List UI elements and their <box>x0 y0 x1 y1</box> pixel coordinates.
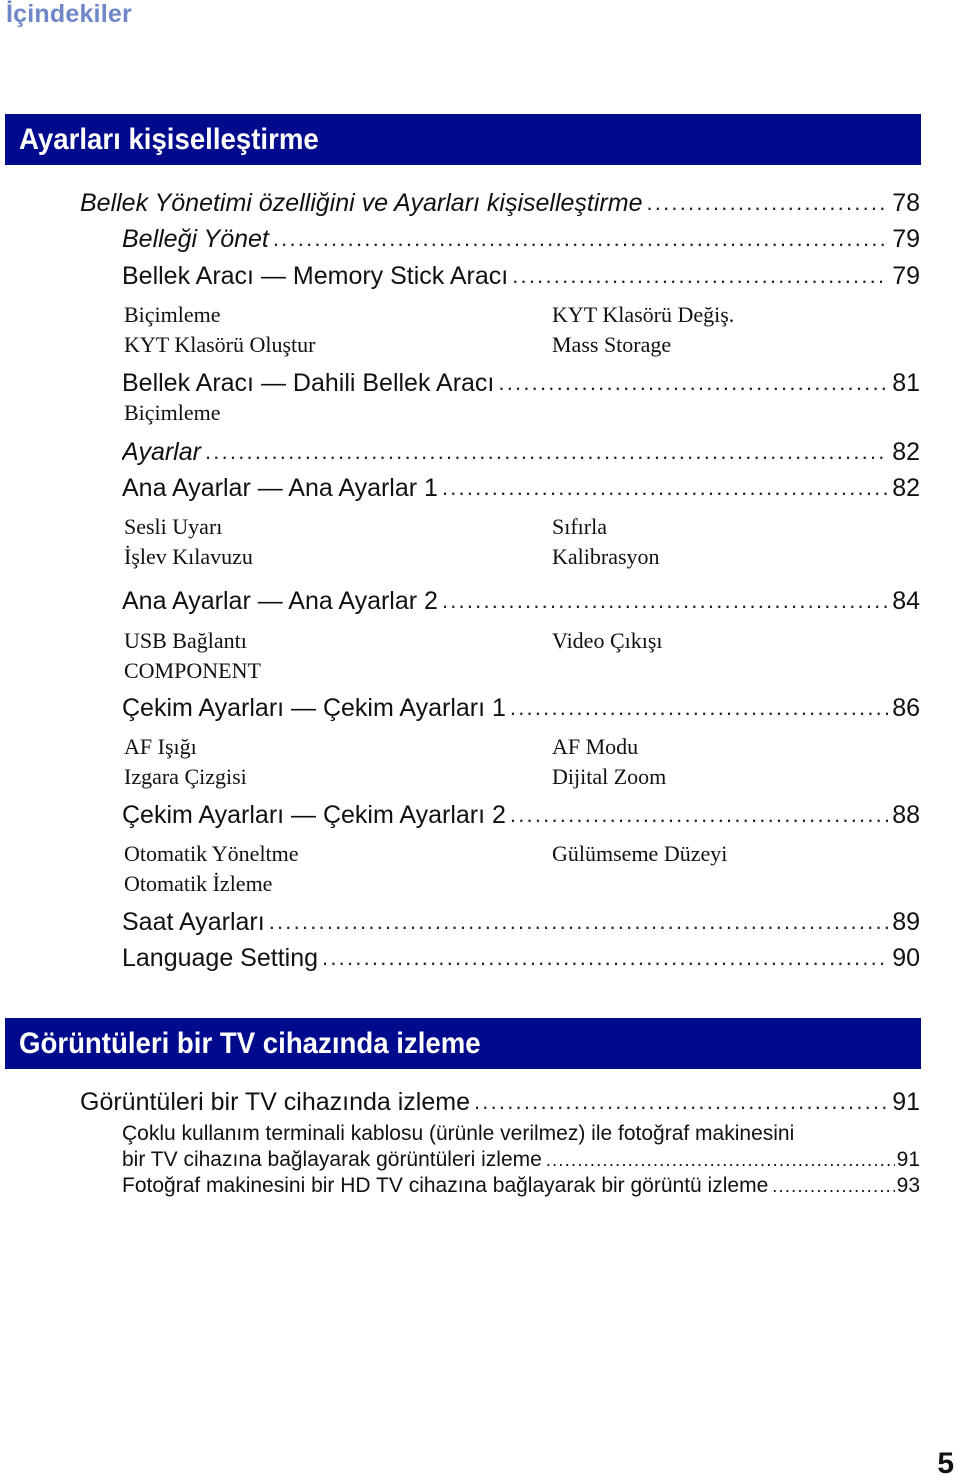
toc-entry-page: 78 <box>892 188 920 217</box>
leader-dots <box>510 802 888 828</box>
leader-dots <box>442 588 888 614</box>
toc-entry-label: Çekim Ayarları — Çekim Ayarları 2 <box>122 800 506 829</box>
toc-entry[interactable]: Bellek Aracı — Dahili Bellek Aracı 81 <box>122 366 920 400</box>
toc-entry[interactable]: Language Setting 90 <box>122 941 920 975</box>
leader-dots <box>474 1089 888 1115</box>
toc-subitem[interactable]: Sesli Uyarı <box>124 514 222 540</box>
section-title: Görüntüleri bir TV cihazında izleme <box>19 1027 481 1060</box>
toc-subitem[interactable]: Kalibrasyon <box>552 544 660 570</box>
toc-entry[interactable]: Görüntüleri bir TV cihazında izleme 91 <box>80 1085 920 1119</box>
toc-entry-label: Bellek Yönetimi özelliğini ve Ayarları k… <box>80 188 643 217</box>
section-banner-tv: Görüntüleri bir TV cihazında izleme <box>5 1018 921 1069</box>
toc-subitem[interactable]: Mass Storage <box>552 332 671 358</box>
toc-subitem[interactable]: Gülümseme Düzeyi <box>552 841 727 867</box>
toc-entry-label: Bellek Aracı — Dahili Bellek Aracı <box>122 368 495 397</box>
toc-entry[interactable]: Çekim Ayarları — Çekim Ayarları 1 86 <box>122 691 920 725</box>
toc-entry[interactable]: Bellek Aracı — Memory Stick Aracı 79 <box>122 259 920 293</box>
leader-dots <box>498 370 888 396</box>
leader-dots <box>647 190 889 216</box>
leader-dots <box>322 945 888 971</box>
toc-entry-label: Çoklu kullanım terminali kablosu (ürünle… <box>122 1122 795 1145</box>
toc-subentry[interactable]: Fotoğraf makinesini bir HD TV cihazına b… <box>122 1173 920 1199</box>
toc-subitem[interactable]: Biçimleme <box>124 302 221 328</box>
toc-entry-page: 79 <box>892 224 920 253</box>
toc-entry-label: Ayarlar <box>122 437 201 466</box>
toc-subitem[interactable]: İşlev Kılavuzu <box>124 544 253 570</box>
toc-entry-label: Saat Ayarları <box>122 907 265 936</box>
toc-entry-page: 82 <box>892 473 920 502</box>
toc-subitem[interactable]: Dijital Zoom <box>552 764 666 790</box>
toc-subitem[interactable]: AF Modu <box>552 734 638 760</box>
toc-entry-page: 84 <box>892 586 920 615</box>
toc-subitem[interactable]: KYT Klasörü Değiş. <box>552 302 734 328</box>
toc-entry-label: Fotoğraf makinesini bir HD TV cihazına b… <box>122 1174 769 1197</box>
toc-entry-label: Ana Ayarlar — Ana Ayarlar 1 <box>122 473 438 502</box>
toc-subitem[interactable]: USB Bağlantı <box>124 628 247 654</box>
toc-entry[interactable]: Ana Ayarlar — Ana Ayarlar 1 82 <box>122 471 920 505</box>
toc-entry[interactable]: Ana Ayarlar — Ana Ayarlar 2 84 <box>122 584 920 618</box>
page-number: 5 <box>937 1447 954 1480</box>
toc-entry-label: Language Setting <box>122 943 319 972</box>
toc-entry-page: 86 <box>892 693 920 722</box>
toc-entry-page: 93 <box>896 1174 920 1197</box>
leader-dots <box>510 695 888 721</box>
toc-entry[interactable]: Bellek Yönetimi özelliğini ve Ayarları k… <box>80 186 920 220</box>
leader-dots <box>205 439 888 465</box>
toc-entry[interactable]: Ayarlar 82 <box>122 435 920 469</box>
page-header-title: İçindekiler <box>6 0 132 28</box>
toc-subitem[interactable]: Sıfırla <box>552 514 607 540</box>
leader-dots <box>442 475 888 501</box>
toc-entry-page: 91 <box>892 1087 920 1116</box>
section-title: Ayarları kişiselleştirme <box>19 123 319 156</box>
leader-dots <box>269 909 889 935</box>
toc-subitem[interactable]: COMPONENT <box>124 658 261 684</box>
toc-subitem[interactable]: Izgara Çizgisi <box>124 764 247 790</box>
toc-entry-label: bir TV cihazına bağlayarak görüntüleri i… <box>122 1148 542 1171</box>
toc-entry-label: Bellek Aracı — Memory Stick Aracı <box>122 261 509 290</box>
toc-entry-page: 79 <box>892 261 920 290</box>
leader-dots <box>512 263 888 289</box>
toc-subitem[interactable]: KYT Klasörü Oluştur <box>124 332 315 358</box>
toc-entry-label: Çekim Ayarları — Çekim Ayarları 1 <box>122 693 506 722</box>
toc-entry-page: 81 <box>892 368 920 397</box>
toc-entry-page: 88 <box>892 800 920 829</box>
toc-subentry[interactable]: bir TV cihazına bağlayarak görüntüleri i… <box>122 1147 920 1173</box>
toc-entry[interactable]: Belleği Yönet 79 <box>122 222 920 256</box>
toc-entry[interactable]: Çekim Ayarları — Çekim Ayarları 2 88 <box>122 798 920 832</box>
toc-entry-page: 90 <box>892 943 920 972</box>
toc-subitem[interactable]: Biçimleme <box>124 400 221 426</box>
section-banner-customize: Ayarları kişiselleştirme <box>5 114 921 165</box>
toc-entry[interactable]: Saat Ayarları 89 <box>122 905 920 939</box>
toc-subitem[interactable]: AF Işığı <box>124 734 197 760</box>
toc-subitem[interactable]: Otomatik Yöneltme <box>124 841 299 867</box>
toc-entry-page: 89 <box>892 907 920 936</box>
toc-entry-page: 82 <box>892 437 920 466</box>
leader-dots <box>546 1150 895 1171</box>
toc-entry-label: Belleği Yönet <box>122 224 269 253</box>
leader-dots <box>273 226 888 252</box>
leader-dots <box>772 1176 894 1197</box>
toc-subitem[interactable]: Video Çıkışı <box>552 628 663 654</box>
toc-subitem[interactable]: Otomatik İzleme <box>124 871 272 897</box>
toc-entry-page: 91 <box>896 1148 920 1171</box>
toc-entry-label: Görüntüleri bir TV cihazında izleme <box>80 1087 470 1116</box>
toc-subentry-line1[interactable]: Çoklu kullanım terminali kablosu (ürünle… <box>122 1121 920 1147</box>
toc-entry-label: Ana Ayarlar — Ana Ayarlar 2 <box>122 586 438 615</box>
